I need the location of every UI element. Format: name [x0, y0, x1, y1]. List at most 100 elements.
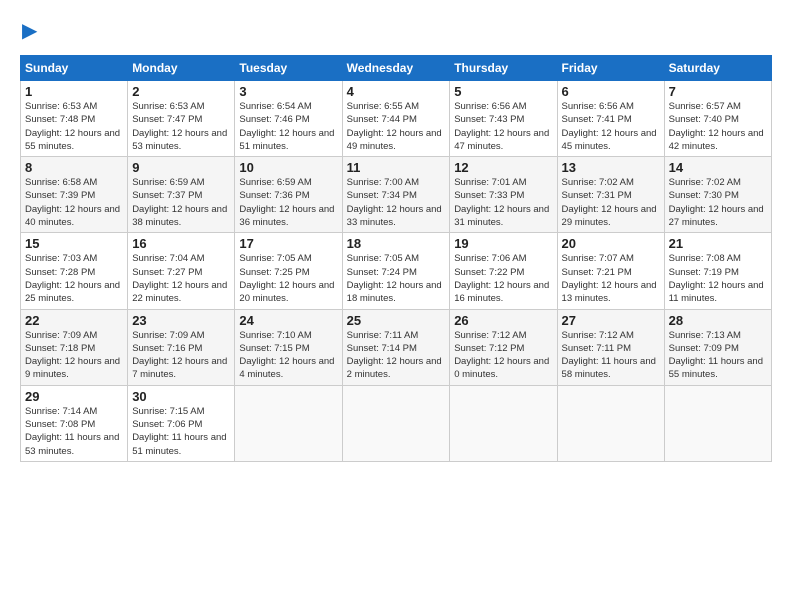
calendar-cell [450, 385, 557, 461]
day-number: 26 [454, 313, 552, 328]
logo-bird-icon: ▶ [22, 18, 37, 43]
day-header: Thursday [450, 56, 557, 81]
day-info: Sunrise: 7:09 AMSunset: 7:18 PMDaylight:… [25, 329, 123, 382]
day-info: Sunrise: 7:08 AMSunset: 7:19 PMDaylight:… [669, 252, 767, 305]
calendar-cell: 16Sunrise: 7:04 AMSunset: 7:27 PMDayligh… [128, 233, 235, 309]
calendar-cell: 7Sunrise: 6:57 AMSunset: 7:40 PMDaylight… [664, 81, 771, 157]
day-info: Sunrise: 7:02 AMSunset: 7:31 PMDaylight:… [562, 176, 660, 229]
day-info: Sunrise: 6:58 AMSunset: 7:39 PMDaylight:… [25, 176, 123, 229]
calendar-cell: 11Sunrise: 7:00 AMSunset: 7:34 PMDayligh… [342, 157, 450, 233]
calendar-cell [342, 385, 450, 461]
day-info: Sunrise: 7:10 AMSunset: 7:15 PMDaylight:… [239, 329, 337, 382]
calendar-cell: 25Sunrise: 7:11 AMSunset: 7:14 PMDayligh… [342, 309, 450, 385]
day-info: Sunrise: 6:59 AMSunset: 7:37 PMDaylight:… [132, 176, 230, 229]
calendar-cell: 22Sunrise: 7:09 AMSunset: 7:18 PMDayligh… [21, 309, 128, 385]
day-number: 15 [25, 236, 123, 251]
day-number: 18 [347, 236, 446, 251]
calendar-cell: 12Sunrise: 7:01 AMSunset: 7:33 PMDayligh… [450, 157, 557, 233]
calendar-cell: 14Sunrise: 7:02 AMSunset: 7:30 PMDayligh… [664, 157, 771, 233]
day-number: 13 [562, 160, 660, 175]
day-info: Sunrise: 7:00 AMSunset: 7:34 PMDaylight:… [347, 176, 446, 229]
calendar-cell [235, 385, 342, 461]
calendar-cell: 4Sunrise: 6:55 AMSunset: 7:44 PMDaylight… [342, 81, 450, 157]
day-info: Sunrise: 6:59 AMSunset: 7:36 PMDaylight:… [239, 176, 337, 229]
day-info: Sunrise: 7:07 AMSunset: 7:21 PMDaylight:… [562, 252, 660, 305]
calendar-cell: 9Sunrise: 6:59 AMSunset: 7:37 PMDaylight… [128, 157, 235, 233]
day-number: 6 [562, 84, 660, 99]
calendar-cell: 6Sunrise: 6:56 AMSunset: 7:41 PMDaylight… [557, 81, 664, 157]
day-info: Sunrise: 7:11 AMSunset: 7:14 PMDaylight:… [347, 329, 446, 382]
day-info: Sunrise: 7:12 AMSunset: 7:12 PMDaylight:… [454, 329, 552, 382]
calendar-cell: 5Sunrise: 6:56 AMSunset: 7:43 PMDaylight… [450, 81, 557, 157]
day-info: Sunrise: 7:09 AMSunset: 7:16 PMDaylight:… [132, 329, 230, 382]
calendar-cell [664, 385, 771, 461]
calendar-cell: 19Sunrise: 7:06 AMSunset: 7:22 PMDayligh… [450, 233, 557, 309]
day-header: Wednesday [342, 56, 450, 81]
day-number: 23 [132, 313, 230, 328]
day-info: Sunrise: 6:55 AMSunset: 7:44 PMDaylight:… [347, 100, 446, 153]
day-info: Sunrise: 6:53 AMSunset: 7:48 PMDaylight:… [25, 100, 123, 153]
calendar-cell: 28Sunrise: 7:13 AMSunset: 7:09 PMDayligh… [664, 309, 771, 385]
calendar-cell: 8Sunrise: 6:58 AMSunset: 7:39 PMDaylight… [21, 157, 128, 233]
day-number: 12 [454, 160, 552, 175]
calendar: SundayMondayTuesdayWednesdayThursdayFrid… [20, 55, 772, 462]
day-header: Sunday [21, 56, 128, 81]
day-number: 8 [25, 160, 123, 175]
day-info: Sunrise: 6:54 AMSunset: 7:46 PMDaylight:… [239, 100, 337, 153]
calendar-cell: 27Sunrise: 7:12 AMSunset: 7:11 PMDayligh… [557, 309, 664, 385]
calendar-cell: 24Sunrise: 7:10 AMSunset: 7:15 PMDayligh… [235, 309, 342, 385]
day-number: 28 [669, 313, 767, 328]
day-number: 2 [132, 84, 230, 99]
day-number: 3 [239, 84, 337, 99]
day-number: 24 [239, 313, 337, 328]
calendar-cell: 23Sunrise: 7:09 AMSunset: 7:16 PMDayligh… [128, 309, 235, 385]
day-number: 14 [669, 160, 767, 175]
day-number: 25 [347, 313, 446, 328]
day-info: Sunrise: 7:14 AMSunset: 7:08 PMDaylight:… [25, 405, 123, 458]
day-info: Sunrise: 6:53 AMSunset: 7:47 PMDaylight:… [132, 100, 230, 153]
day-number: 11 [347, 160, 446, 175]
day-number: 22 [25, 313, 123, 328]
calendar-cell: 26Sunrise: 7:12 AMSunset: 7:12 PMDayligh… [450, 309, 557, 385]
day-number: 19 [454, 236, 552, 251]
day-info: Sunrise: 7:12 AMSunset: 7:11 PMDaylight:… [562, 329, 660, 382]
day-number: 17 [239, 236, 337, 251]
calendar-cell: 3Sunrise: 6:54 AMSunset: 7:46 PMDaylight… [235, 81, 342, 157]
calendar-cell: 17Sunrise: 7:05 AMSunset: 7:25 PMDayligh… [235, 233, 342, 309]
calendar-cell: 21Sunrise: 7:08 AMSunset: 7:19 PMDayligh… [664, 233, 771, 309]
day-number: 9 [132, 160, 230, 175]
calendar-cell: 13Sunrise: 7:02 AMSunset: 7:31 PMDayligh… [557, 157, 664, 233]
logo: ▶ [20, 18, 37, 43]
day-info: Sunrise: 7:02 AMSunset: 7:30 PMDaylight:… [669, 176, 767, 229]
day-number: 29 [25, 389, 123, 404]
calendar-cell: 18Sunrise: 7:05 AMSunset: 7:24 PMDayligh… [342, 233, 450, 309]
calendar-cell [557, 385, 664, 461]
day-header: Saturday [664, 56, 771, 81]
day-info: Sunrise: 6:57 AMSunset: 7:40 PMDaylight:… [669, 100, 767, 153]
day-info: Sunrise: 7:13 AMSunset: 7:09 PMDaylight:… [669, 329, 767, 382]
calendar-cell: 20Sunrise: 7:07 AMSunset: 7:21 PMDayligh… [557, 233, 664, 309]
day-number: 7 [669, 84, 767, 99]
day-header: Friday [557, 56, 664, 81]
day-number: 27 [562, 313, 660, 328]
calendar-cell: 2Sunrise: 6:53 AMSunset: 7:47 PMDaylight… [128, 81, 235, 157]
day-info: Sunrise: 6:56 AMSunset: 7:43 PMDaylight:… [454, 100, 552, 153]
day-info: Sunrise: 7:03 AMSunset: 7:28 PMDaylight:… [25, 252, 123, 305]
day-number: 1 [25, 84, 123, 99]
calendar-cell: 10Sunrise: 6:59 AMSunset: 7:36 PMDayligh… [235, 157, 342, 233]
day-number: 20 [562, 236, 660, 251]
day-info: Sunrise: 7:04 AMSunset: 7:27 PMDaylight:… [132, 252, 230, 305]
calendar-cell: 30Sunrise: 7:15 AMSunset: 7:06 PMDayligh… [128, 385, 235, 461]
day-info: Sunrise: 7:15 AMSunset: 7:06 PMDaylight:… [132, 405, 230, 458]
day-info: Sunrise: 7:05 AMSunset: 7:24 PMDaylight:… [347, 252, 446, 305]
day-info: Sunrise: 7:06 AMSunset: 7:22 PMDaylight:… [454, 252, 552, 305]
day-info: Sunrise: 6:56 AMSunset: 7:41 PMDaylight:… [562, 100, 660, 153]
day-number: 16 [132, 236, 230, 251]
calendar-cell: 1Sunrise: 6:53 AMSunset: 7:48 PMDaylight… [21, 81, 128, 157]
day-number: 5 [454, 84, 552, 99]
calendar-cell: 15Sunrise: 7:03 AMSunset: 7:28 PMDayligh… [21, 233, 128, 309]
day-header: Monday [128, 56, 235, 81]
day-info: Sunrise: 7:01 AMSunset: 7:33 PMDaylight:… [454, 176, 552, 229]
day-info: Sunrise: 7:05 AMSunset: 7:25 PMDaylight:… [239, 252, 337, 305]
day-number: 21 [669, 236, 767, 251]
